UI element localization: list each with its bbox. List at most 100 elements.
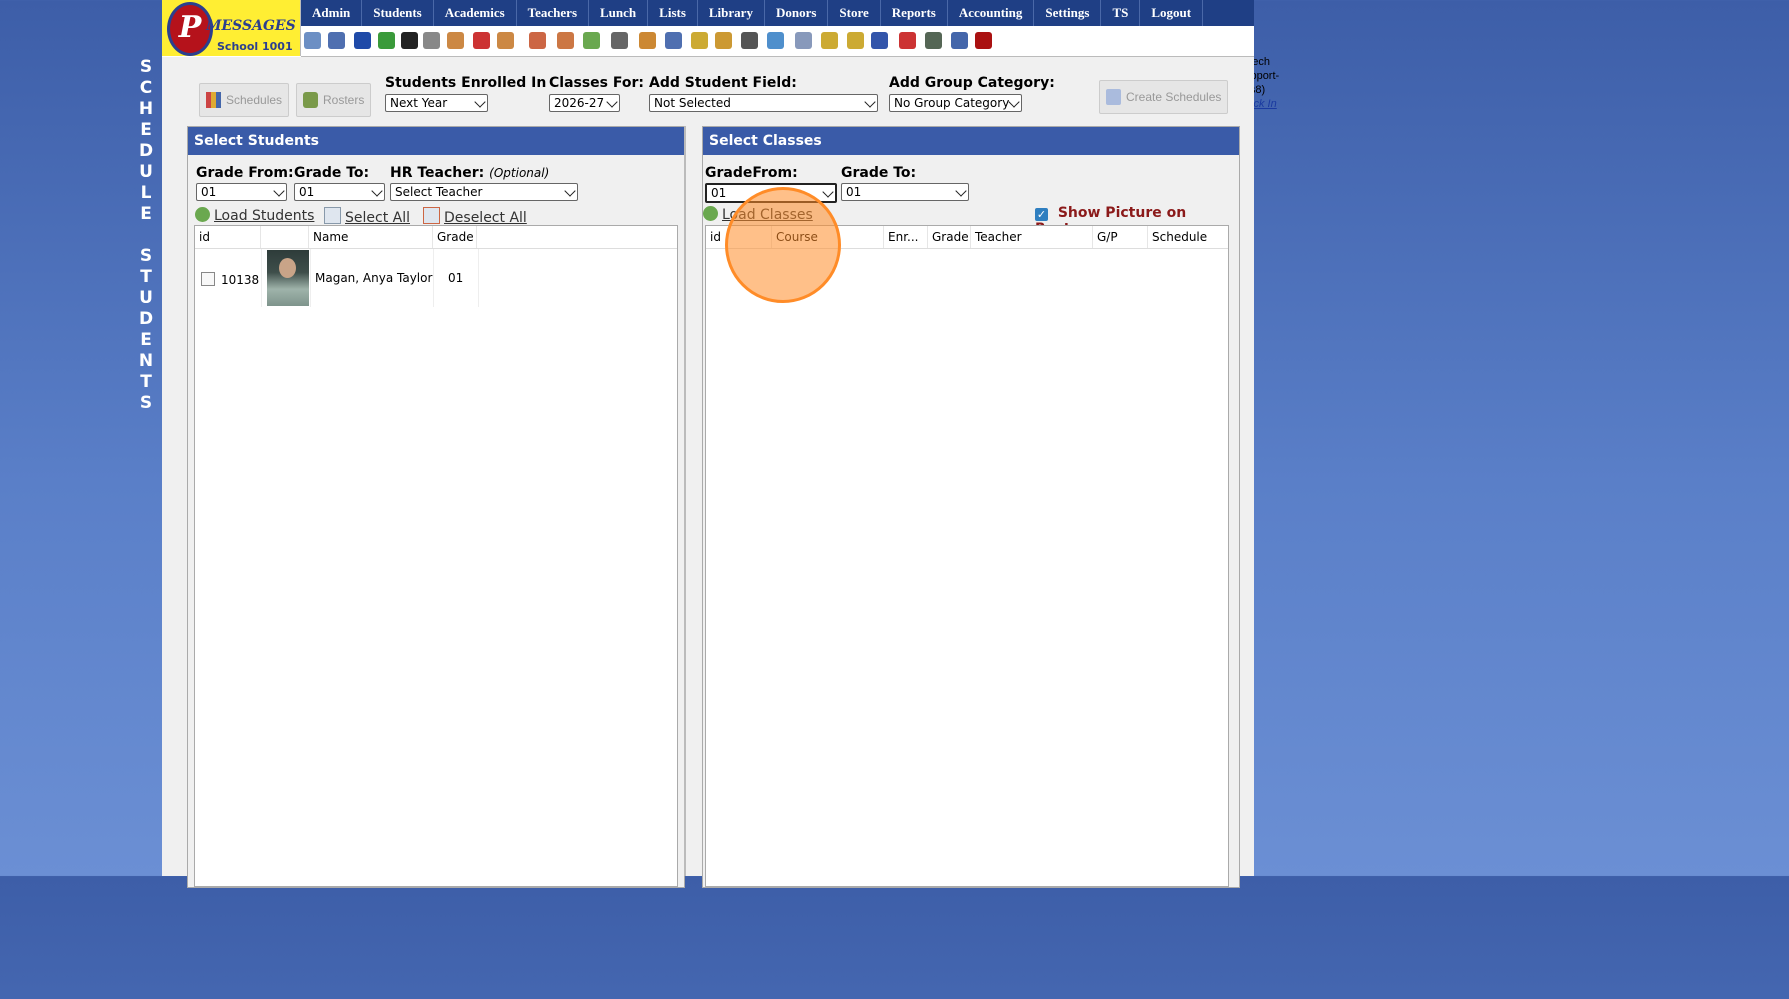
select-students-title: Select Students [188,127,684,155]
app-logo[interactable]: P MESSAGES School 1001 [162,0,301,56]
load-students-link[interactable]: Load Students [195,207,314,224]
enrolled-in-select[interactable]: Next Year [385,94,488,112]
col-teacher[interactable]: Teacher [971,226,1093,248]
megaphone-icon[interactable] [497,32,514,49]
menu-item-store[interactable]: Store [828,0,881,26]
side-title-letter: C [139,78,153,98]
show-picture-checkbox[interactable]: ✓ [1035,208,1048,221]
menu-item-logout[interactable]: Logout [1140,0,1204,26]
menu-item-academics[interactable]: Academics [434,0,517,26]
col-id[interactable]: id [706,226,772,248]
classes-for-select[interactable]: 2026-27 [549,94,620,112]
create-schedules-button[interactable]: Create Schedules [1099,80,1229,114]
money-icon[interactable] [583,32,600,49]
row-checkbox[interactable] [201,272,215,286]
col-enrolled[interactable]: Enr... [884,226,928,248]
side-title-letter: T [140,372,152,392]
clock-icon[interactable] [767,32,784,49]
menu-item-lists[interactable]: Lists [648,0,698,26]
menu-item-settings[interactable]: Settings [1034,0,1102,26]
calendar-icon[interactable] [473,32,490,49]
class-grade-to-value: 01 [846,185,862,199]
menu-item-donors[interactable]: Donors [765,0,829,26]
pdf-icon[interactable] [899,32,916,49]
lunch-icon[interactable] [639,32,656,49]
main-menu: Admin Students Academics Teachers Lunch Lists… [301,0,1254,26]
create-schedules-label: Create Schedules [1126,90,1222,104]
mobile-icon[interactable] [401,32,418,49]
class-grade-to-select[interactable]: 01 [841,183,969,201]
side-title-letter: N [138,351,154,371]
book-icon[interactable] [665,32,682,49]
schedule-students-page: Schedules Rosters Students Enrolled In N… [162,57,1254,888]
hr-teacher-select[interactable]: Select Teacher [390,183,578,201]
refresh-icon [195,207,210,222]
table-row[interactable]: 10138 Magan, Anya Taylor 01 [195,249,479,307]
chat-icon[interactable] [378,32,395,49]
side-title-letter: D [138,309,154,329]
quick-icon-toolbar: 2-Tech Support-2 (s8) Clock In [301,26,1279,110]
menu-item-admin[interactable]: Admin [301,0,363,26]
parents-icon[interactable] [611,32,628,49]
chevron-down-icon [564,185,576,197]
rosters-button-label: Rosters [323,93,365,107]
menu-item-ts[interactable]: TS [1101,0,1141,26]
menu-item-lunch[interactable]: Lunch [589,0,649,26]
printer-icon[interactable] [847,32,864,49]
grid-icon[interactable] [328,32,345,49]
add-group-category-label: Add Group Category: [889,75,1055,91]
staff-icon[interactable] [741,32,758,49]
menu-item-reports[interactable]: Reports [881,0,948,26]
ap-icon[interactable] [871,32,888,49]
select-all-label: Select All [345,210,410,226]
card-icon[interactable] [821,32,838,49]
col-schedule[interactable]: Schedule [1148,226,1228,248]
col-id[interactable]: id [195,226,261,248]
document-icon[interactable] [795,32,812,49]
add-group-category-select[interactable]: No Group Category [889,94,1022,112]
student-grade-from-select[interactable]: 01 [196,183,287,201]
col-gp[interactable]: G/P [1093,226,1148,248]
col-course[interactable]: Course [772,226,884,248]
col-grade[interactable]: Grade [928,226,971,248]
news-icon[interactable] [447,32,464,49]
classes-for-value: 2026-27 [554,96,605,110]
add-student-field-select[interactable]: Not Selected [649,94,878,112]
hr-teacher-label: HR Teacher: (Optional) [390,165,549,181]
menu-item-accounting[interactable]: Accounting [948,0,1035,26]
app-frame: P MESSAGES School 1001 Admin Students Acad… [162,0,1279,888]
menu-item-students[interactable]: Students [362,0,434,26]
deselect-all-link[interactable]: Deselect All [423,207,527,226]
chevron-down-icon [955,185,967,197]
schedules-button[interactable]: Schedules [199,83,290,117]
students-grid: id Name Grade 10138 Magan, Anya Taylor 0… [194,225,678,887]
export-icon[interactable] [715,32,732,49]
power-icon[interactable] [975,32,992,49]
help-icon[interactable] [951,32,968,49]
cash-icon[interactable] [925,32,942,49]
grade-from-label: Grade From: [196,165,294,181]
search-icon[interactable] [304,32,321,49]
student-icon[interactable] [557,32,574,49]
student-photo-cell [261,249,311,307]
menu-item-library[interactable]: Library [698,0,765,26]
tag-icon[interactable] [691,32,708,49]
select-all-link[interactable]: Select All [324,207,410,226]
student-grade-to-select[interactable]: 01 [294,183,385,201]
rosters-button[interactable]: Rosters [296,83,372,117]
class-grade-from-select[interactable]: 01 [705,183,837,203]
select-classes-panel: Select Classes GradeFrom: Grade To: 01 0… [702,126,1240,888]
school-name: School 1001 [217,40,293,53]
student-grade: 01 [448,271,464,285]
speaker-icon[interactable] [423,32,440,49]
load-students-label: Load Students [214,208,315,224]
panel-splitter[interactable] [684,126,686,876]
menu-item-teachers[interactable]: Teachers [517,0,590,26]
col-name[interactable]: Name [309,226,433,248]
teacher-icon[interactable] [529,32,546,49]
email-at-icon[interactable] [354,32,371,49]
refresh-icon [703,206,718,221]
student-name: Magan, Anya Taylor [315,271,433,285]
load-classes-link[interactable]: Load Classes [703,206,813,223]
col-grade[interactable]: Grade [433,226,477,248]
